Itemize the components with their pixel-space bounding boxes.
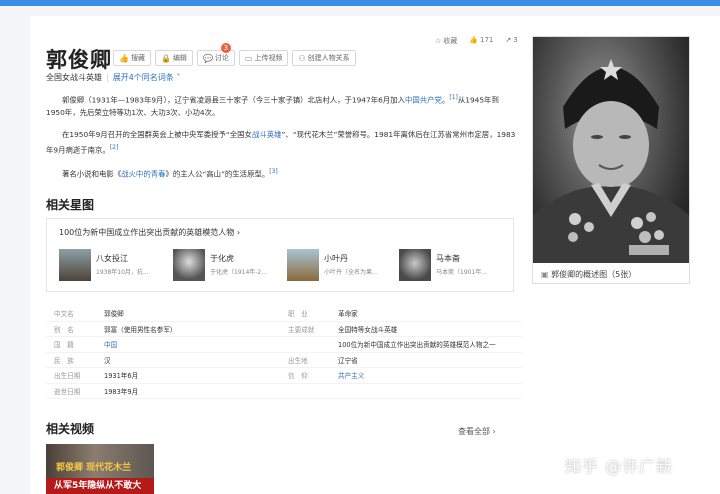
star-map-heading: 相关星图 (46, 198, 95, 212)
ref-2[interactable]: [2] (110, 144, 119, 151)
chevron-down-icon: ˅ (173, 73, 181, 82)
star-card-3[interactable]: 小叶丹 小叶丹（全名为果... (287, 249, 397, 283)
discuss-button[interactable]: 💬 讨论 3 (196, 43, 235, 66)
favorite-link[interactable]: ☆ 收藏 (435, 36, 457, 46)
top-accent-bar (0, 0, 720, 6)
page-stats: ☆ 收藏 👍 171 ↗ 3 (435, 36, 518, 46)
video-thumbnail[interactable]: 郭俊卿 现代花木兰 从军5年隐纵从不敢大 (46, 444, 154, 494)
baike-page: 郭俊卿 👍 搜藏 🔒 编辑 💬 讨论 3 ▭ 上传视频 ⚇ 创建人物关系 ☆ 收藏 👍 171 … (30, 16, 720, 494)
subtitle-text: 全国女战斗英雄 (46, 73, 102, 82)
info-row: 国 籍中国 100位为新中国成立作出突出贡献的英雄模范人物之一 (46, 337, 522, 353)
star-icon: ☆ (435, 37, 442, 45)
cpc-link[interactable]: 中国共产党 (405, 95, 442, 104)
belief-link[interactable]: 共产主义 (338, 370, 514, 380)
video-thumb-title: 郭俊卿 现代花木兰 (56, 463, 132, 473)
action-toolbar: 👍 搜藏 🔒 编辑 💬 讨论 3 ▭ 上传视频 ⚇ 创建人物关系 (113, 43, 356, 66)
share-link[interactable]: ↗ 3 (505, 36, 517, 46)
info-row: 民 族汉 出生地 辽宁省 (46, 353, 522, 368)
movie-link[interactable]: 战火中的青春 (121, 169, 165, 178)
people-icon: ⚇ (298, 53, 306, 63)
edit-button[interactable]: 🔒 编辑 (154, 50, 193, 66)
portrait-svg (533, 59, 689, 263)
videos-heading: 相关视频 (46, 422, 95, 436)
star-card-2[interactable]: 于化虎 于化虎（1914年-2... (173, 249, 283, 283)
summary-paragraph-3: 著名小说和电影《战火中的青春》的主人公“高山”的生活原型。[3] (62, 168, 278, 179)
ref-1[interactable]: [1] (449, 94, 458, 101)
combat-hero-link[interactable]: 战斗英雄 (252, 130, 282, 139)
thumbs-up-icon: 👍 (119, 53, 129, 63)
collect-button[interactable]: 👍 搜藏 (113, 50, 151, 66)
chevron-right-icon: › (490, 427, 496, 436)
star-card-1[interactable]: 八女投江 1938年10月，抗... (59, 249, 169, 283)
subtitle-line: 全国女战斗英雄 | 展开4个同名词条 ˅ (46, 72, 180, 83)
star-card-thumb (173, 249, 205, 281)
summary-photo[interactable]: ▣ 郭俊卿的概述图（5张） (532, 36, 690, 284)
info-row: 出生日期 1931年6月 信 仰共产主义 (46, 368, 522, 384)
info-row: 别 名郭富（使用男性名参军） 主要成就 全国特等女战斗英雄 (46, 322, 522, 337)
expand-homonyms-link[interactable]: 展开4个同名词条 (113, 73, 174, 82)
photo-caption[interactable]: ▣ 郭俊卿的概述图（5张） (541, 269, 636, 280)
view-all-videos-link[interactable]: 查看全部 › (458, 426, 496, 437)
summary-paragraph-1: 郭俊卿（1931年—1983年9月），辽宁省凌源县三十家子（今三十家子镇）北店村… (46, 94, 499, 118)
nationality-link[interactable]: 中国 (104, 339, 280, 349)
video-thumb-banner: 从军5年隐纵从不敢大 (46, 478, 154, 494)
discuss-count-badge: 3 (220, 43, 231, 53)
page-title: 郭俊卿 (46, 48, 112, 72)
star-map-box: 100位为新中国成立作出突出贡献的英雄模范人物 › 八女投江 1938年10月，… (46, 218, 514, 292)
chevron-right-icon: › (234, 228, 241, 237)
like-link[interactable]: 👍 171 (469, 36, 493, 46)
star-card-thumb (287, 249, 319, 281)
subtitle-separator: | (106, 73, 109, 82)
info-row: 中文名 郭俊卿 职 业革命家 (46, 306, 522, 322)
upload-video-button[interactable]: ▭ 上传视频 (238, 50, 289, 66)
info-row: 逝世日期 1983年9月 (46, 384, 522, 399)
star-card-thumb (59, 249, 91, 281)
lock-icon: 🔒 (160, 53, 171, 63)
zhihu-watermark: 知乎 @许广新 (565, 457, 674, 476)
basic-info-table: 中文名 郭俊卿 职 业革命家 别 名郭富（使用男性名参军） 主要成就 全国特等女战斗… (46, 306, 522, 399)
create-relation-button[interactable]: ⚇ 创建人物关系 (292, 50, 356, 66)
summary-paragraph-2: 在1950年9月召开的全国群英会上被中央军委授予“全国女战斗英雄”、“现代花木兰… (46, 130, 516, 155)
share-icon: ↗ (505, 36, 512, 44)
star-map-title[interactable]: 100位为新中国成立作出突出贡献的英雄模范人物 › (59, 227, 240, 238)
ref-3[interactable]: [3] (269, 168, 278, 175)
star-card-thumb (399, 249, 431, 281)
video-icon: ▭ (244, 53, 253, 63)
like-icon: 👍 (469, 36, 478, 44)
star-card-4[interactable]: 马本斋 马本斋（1901年... (399, 249, 509, 283)
chat-icon: 💬 (202, 53, 213, 63)
portrait-image (533, 37, 689, 263)
gallery-icon: ▣ (541, 270, 552, 279)
